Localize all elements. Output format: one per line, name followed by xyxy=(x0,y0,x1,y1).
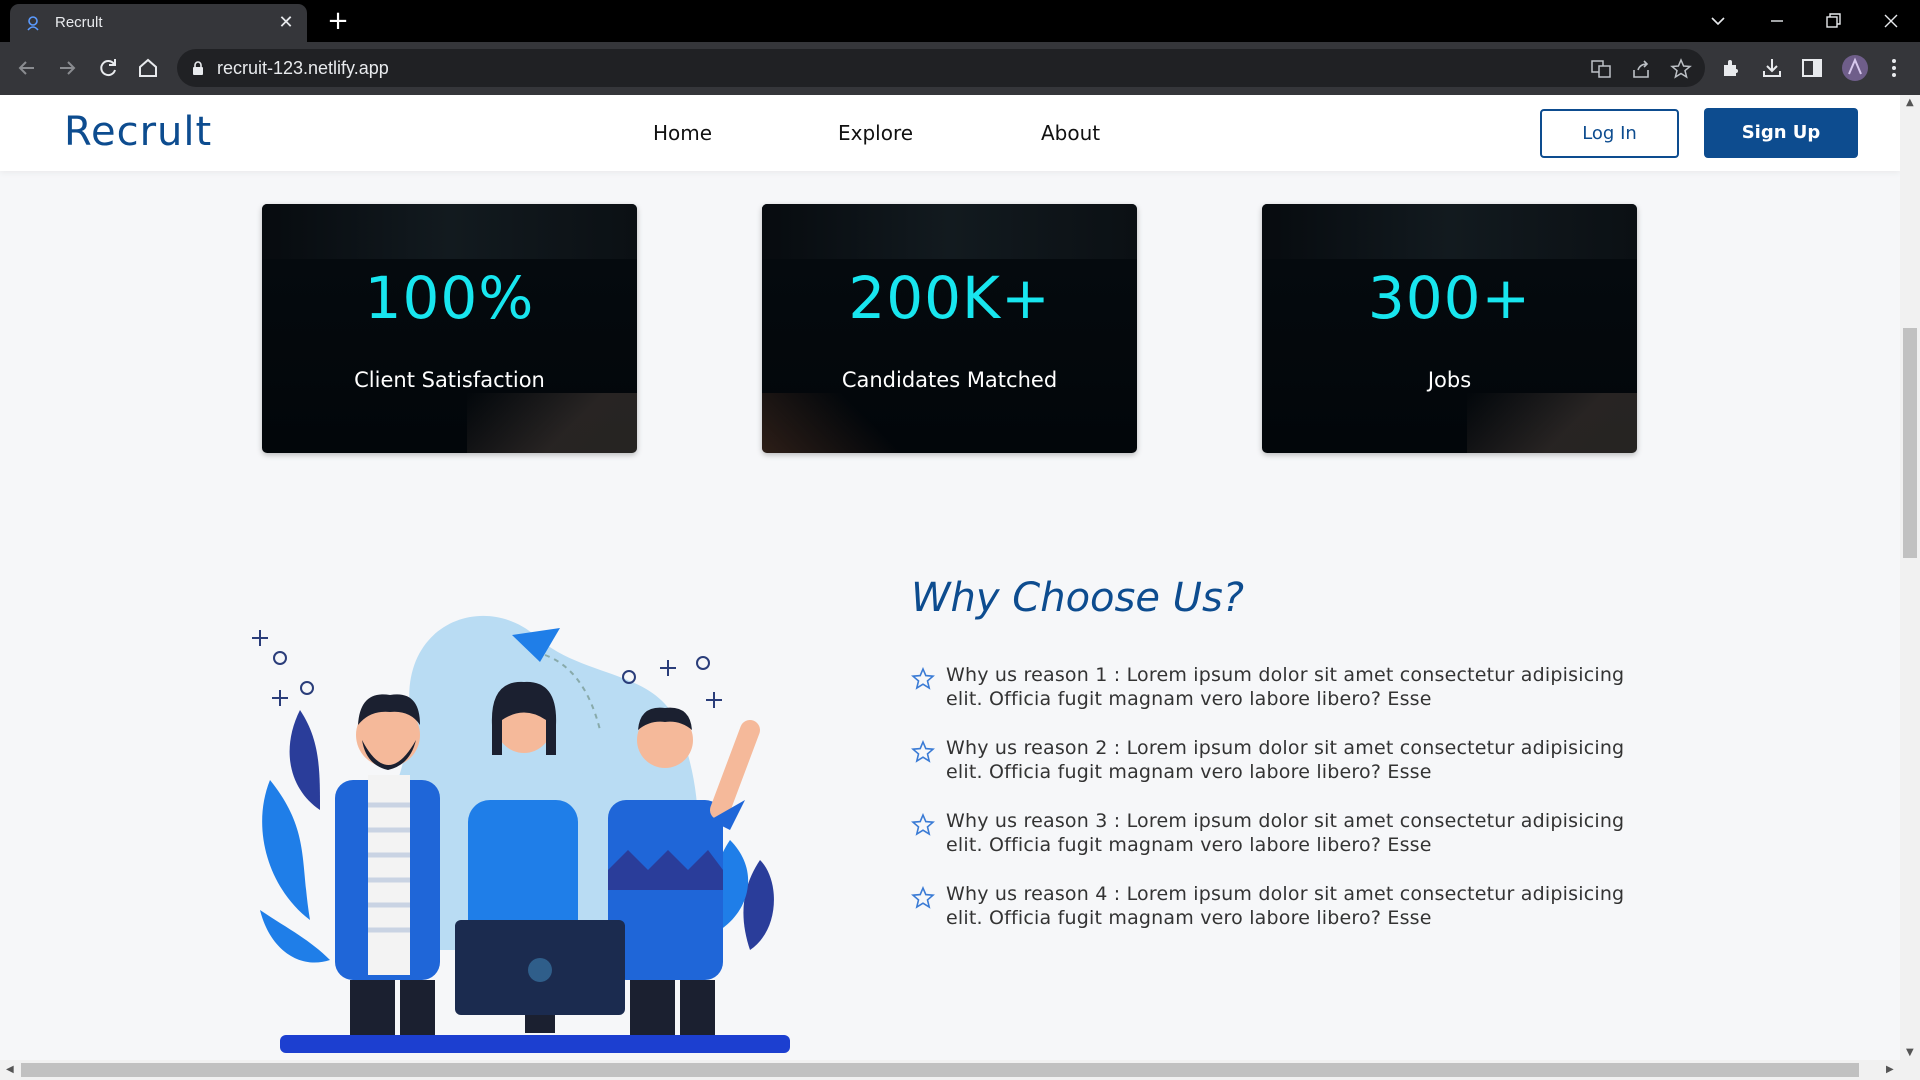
horizontal-scroll-thumb[interactable] xyxy=(21,1063,1859,1077)
minimize-icon[interactable] xyxy=(1755,6,1799,36)
browser-toolbar: recruit-123.netlify.app xyxy=(0,42,1920,95)
bookmark-star-icon[interactable] xyxy=(1670,58,1692,80)
translate-icon[interactable] xyxy=(1590,58,1612,80)
share-icon[interactable] xyxy=(1630,58,1652,80)
stat-label: Jobs xyxy=(1427,368,1472,392)
stat-label: Candidates Matched xyxy=(841,368,1058,392)
close-window-icon[interactable] xyxy=(1869,6,1913,36)
tab-close-icon[interactable]: ✕ xyxy=(275,12,297,34)
star-icon xyxy=(911,813,935,836)
home-icon[interactable] xyxy=(135,55,161,81)
reason-text: Why us reason 4 : Lorem ipsum dolor sit … xyxy=(946,883,1625,929)
tab-search-icon[interactable] xyxy=(1696,6,1740,36)
reason-text: Why us reason 2 : Lorem ipsum dolor sit … xyxy=(946,737,1625,783)
download-icon[interactable] xyxy=(1760,56,1784,80)
tab-recrult[interactable]: Recrult ✕ xyxy=(10,4,307,42)
vertical-scroll-thumb[interactable] xyxy=(1903,328,1917,558)
horizontal-scrollbar[interactable]: ◀ ▶ xyxy=(0,1060,1920,1080)
browser-window: Recrult ✕ + recruit-123.netlify.app Recr… xyxy=(0,0,1920,1080)
menu-icon[interactable] xyxy=(1882,56,1906,80)
team-illustration xyxy=(252,615,790,1053)
nav-about[interactable]: About xyxy=(1041,121,1100,145)
stat-value: 300+ xyxy=(1367,264,1532,332)
reason-text: Why us reason 1 : Lorem ipsum dolor sit … xyxy=(946,664,1625,710)
forward-icon[interactable] xyxy=(54,55,80,81)
scroll-down-icon[interactable]: ▼ xyxy=(1906,1047,1914,1058)
web-page: Recrult Home Explore About Log In Sign U… xyxy=(0,95,1900,1060)
favicon-icon xyxy=(27,16,39,31)
tab-title: Recrult xyxy=(55,14,103,31)
restore-icon[interactable] xyxy=(1811,6,1855,36)
address-bar[interactable]: recruit-123.netlify.app xyxy=(177,49,1705,87)
lock-icon[interactable] xyxy=(191,60,205,76)
stat-label: Client Satisfaction xyxy=(354,368,545,392)
scroll-up-icon[interactable]: ▲ xyxy=(1906,97,1914,108)
stat-card-satisfaction: 100% Client Satisfaction xyxy=(262,204,637,453)
profile-avatar[interactable] xyxy=(1841,54,1869,82)
scroll-right-icon[interactable]: ▶ xyxy=(1886,1064,1894,1075)
stat-card-jobs: 300+ Jobs xyxy=(1262,204,1637,453)
section-title: Why Choose Us? xyxy=(911,575,1245,621)
stat-card-candidates: 200K+ Candidates Matched xyxy=(762,204,1137,453)
tab-strip: Recrult ✕ + xyxy=(0,0,1920,42)
nav-home[interactable]: Home xyxy=(653,121,712,145)
nav-explore[interactable]: Explore xyxy=(838,121,913,145)
site-logo[interactable]: Recrult xyxy=(64,109,212,155)
extensions-icon[interactable] xyxy=(1720,56,1744,80)
new-tab-button[interactable]: + xyxy=(325,8,351,34)
vertical-scrollbar[interactable]: ▲ ▼ xyxy=(1900,95,1920,1060)
star-icon xyxy=(911,667,935,690)
stat-value: 200K+ xyxy=(848,264,1051,332)
reason-text: Why us reason 3 : Lorem ipsum dolor sit … xyxy=(946,810,1625,856)
star-icon xyxy=(911,740,935,763)
stat-value: 100% xyxy=(364,264,535,332)
scroll-left-icon[interactable]: ◀ xyxy=(6,1064,14,1075)
back-icon[interactable] xyxy=(14,55,40,81)
side-panel-icon[interactable] xyxy=(1800,56,1824,80)
reload-icon[interactable] xyxy=(95,55,121,81)
site-header: Recrult Home Explore About Log In Sign U… xyxy=(0,95,1900,171)
signup-button[interactable]: Sign Up xyxy=(1704,108,1858,158)
star-icon xyxy=(911,886,935,909)
login-button[interactable]: Log In xyxy=(1540,109,1679,158)
url-text[interactable]: recruit-123.netlify.app xyxy=(217,58,389,79)
